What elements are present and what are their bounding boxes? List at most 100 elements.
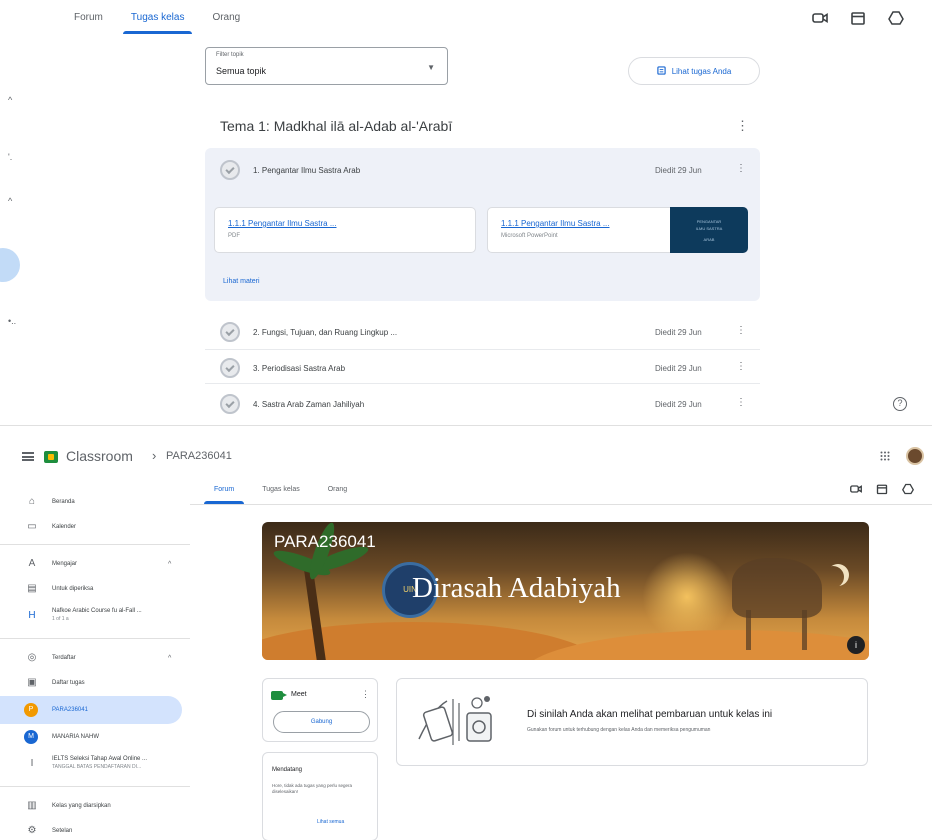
tab-forum[interactable]: Forum (60, 0, 117, 38)
info-icon[interactable]: i (847, 636, 865, 654)
sidebar-item-class[interactable]: H Nafkoe Arabic Course fu al-Fall ... 1 … (0, 600, 182, 632)
upcoming-title: Mendatang (272, 767, 303, 773)
view-all-link[interactable]: Lihat semua (317, 819, 344, 825)
chevron-up-icon[interactable]: ^ (168, 561, 171, 568)
tab-class-tasks[interactable]: Tugas kelas (248, 478, 313, 504)
avatar[interactable] (906, 447, 924, 465)
attachment-title[interactable]: 1.1.1 Pengantar Ilmu Sastra ... (228, 219, 337, 228)
view-your-tasks-label: Lihat tugas Anda (671, 66, 732, 76)
meet-icon[interactable] (850, 483, 862, 495)
sidebar-item-label: Kalender (52, 524, 77, 530)
attachment-type: PDF (228, 233, 240, 239)
sidebar-item-manaria-nahw[interactable]: M MANARIA NAHW (0, 723, 182, 751)
class-avatar-icon: I (30, 758, 34, 769)
material-title[interactable]: 1. Pengantar Ilmu Sastra Arab (253, 166, 360, 175)
material-date: Diedit 29 Jun (655, 328, 702, 337)
slide-thumbnail-text: ILMU SASTRA (695, 226, 723, 231)
sidebar-item-settings[interactable]: ⚙ Setelan (0, 817, 182, 840)
topic-title: Tema 1: Madkhal ilā al-Adab al-'Arabī (220, 118, 453, 134)
join-meet-button[interactable]: Gabung (273, 711, 370, 733)
sidebar-item-todo[interactable]: ▣ Daftar tugas (0, 669, 182, 697)
slide-thumbnail: PENGANTAR ILMU SASTRA ARAB (670, 207, 748, 253)
more-icon[interactable]: ⋮ (361, 689, 370, 700)
see-material-link[interactable]: Lihat materi (223, 278, 260, 285)
drive-icon[interactable] (902, 483, 914, 495)
banner-dune (522, 630, 869, 660)
rail-mark: '. (8, 152, 13, 162)
material-icon (220, 160, 240, 180)
sidebar-item-calendar[interactable]: ▭ Kalender (0, 513, 182, 541)
tab-forum[interactable]: Forum (200, 478, 248, 504)
drive-icon[interactable] (888, 10, 904, 26)
banner-camel (732, 558, 822, 618)
sidebar-item-home[interactable]: ⌂ Beranda (0, 488, 182, 516)
rail-chevron-icon[interactable]: ^ (8, 196, 12, 206)
todo-icon: ▣ (27, 677, 37, 688)
sidebar-item-label: Kelas yang diarsipkan (52, 803, 111, 809)
tab-people[interactable]: Orang (198, 0, 254, 38)
banner-camel (802, 610, 807, 650)
sidebar-item-archived[interactable]: ▥ Kelas yang diarsipkan (0, 792, 182, 820)
sidebar-item-label: Daftar tugas (52, 680, 85, 686)
meet-icon[interactable] (812, 10, 828, 26)
stream-empty-subtitle: Gunakan forum untuk terhubung dengan kel… (527, 727, 711, 733)
app-bar: Classroom › PARA236041 (0, 426, 932, 486)
topic-filter-select[interactable]: Filter topik Semua topik ▼ (205, 47, 448, 85)
expanded-material-item[interactable]: 1. Pengantar Ilmu Sastra Arab Diedit 29 … (205, 148, 760, 301)
help-icon[interactable]: ? (893, 397, 907, 411)
breadcrumb-class[interactable]: PARA236041 (166, 450, 232, 462)
classroom-logo-icon[interactable] (44, 451, 58, 463)
calendar-icon[interactable] (850, 10, 866, 26)
banner-sun (642, 552, 732, 642)
sidebar-section-enrolled[interactable]: ◎ Terdaftar ^ (0, 644, 182, 672)
topic-filter-label: Filter topik (216, 52, 244, 58)
class-code: PARA236041 (274, 532, 376, 551)
chevron-up-icon[interactable]: ^ (168, 655, 171, 662)
rail-chevron-icon[interactable]: ^ (8, 95, 12, 105)
class-tabs: Forum Tugas kelas Orang (60, 0, 254, 38)
calendar-icon[interactable] (876, 483, 888, 495)
sidebar-item-ielts[interactable]: I IELTS Seleksi Tahap Awal Online ... TA… (0, 748, 182, 780)
enrolled-icon: ◎ (27, 652, 37, 663)
material-date: Diedit 29 Jun (655, 364, 702, 373)
attachment-pdf[interactable]: 1.1.1 Pengantar Ilmu Sastra ... PDF (214, 207, 476, 253)
material-title[interactable]: 4. Sastra Arab Zaman Jahiliyah (253, 400, 364, 409)
material-more-icon[interactable]: ⋮ (736, 163, 746, 174)
class-avatar-icon: M (24, 730, 38, 744)
stream-illustration-icon (413, 689, 499, 755)
material-more-icon[interactable]: ⋮ (736, 361, 746, 372)
material-title[interactable]: 2. Fungsi, Tujuan, dan Ruang Lingkup ... (253, 328, 397, 337)
assignment-icon (657, 65, 666, 77)
tab-class-tasks[interactable]: Tugas kelas (117, 0, 199, 38)
material-title[interactable]: 3. Periodisasi Sastra Arab (253, 364, 345, 373)
collapsed-sidebar: ^ '. ^ •.. (0, 0, 30, 425)
apps-grid-icon[interactable] (880, 451, 890, 464)
view-your-tasks-button[interactable]: Lihat tugas Anda (628, 57, 760, 85)
app-title[interactable]: Classroom (66, 448, 133, 464)
sidebar-divider (0, 544, 190, 545)
sidebar-item-to-review[interactable]: ▤ Untuk diperiksa (0, 575, 182, 603)
meet-card: Meet ⋮ Gabung (262, 678, 378, 742)
attachment-ppt[interactable]: 1.1.1 Pengantar Ilmu Sastra ... Microsof… (487, 207, 748, 253)
stream-empty-card: Di sinilah Anda akan melihat pembaruan u… (396, 678, 868, 766)
topic-more-icon[interactable]: ⋮ (736, 118, 749, 134)
sidebar-item-label: Mengajar (52, 561, 78, 567)
sidebar-section-teaching[interactable]: A Mengajar ^ (0, 550, 182, 578)
tabs-divider (190, 504, 932, 505)
class-banner: UIN PARA236041 Dirasah Adabiyah i (262, 522, 869, 660)
class-tabs: Forum Tugas kelas Orang (200, 478, 361, 504)
sidebar-item-para236041[interactable]: P PARA236041 (0, 696, 182, 724)
row-divider (205, 349, 760, 350)
meet-icon (271, 691, 287, 700)
teaching-icon: A (28, 558, 36, 569)
banner-camel (746, 610, 751, 650)
menu-icon[interactable] (22, 452, 34, 461)
material-more-icon[interactable]: ⋮ (736, 325, 746, 336)
material-more-icon[interactable]: ⋮ (736, 397, 746, 408)
attachment-title[interactable]: 1.1.1 Pengantar Ilmu Sastra ... (501, 219, 610, 228)
calendar-icon: ▭ (27, 521, 37, 532)
rail-active-item[interactable] (0, 248, 20, 282)
tab-people[interactable]: Orang (314, 478, 361, 504)
moon-icon (822, 566, 844, 588)
material-date: Diedit 29 Jun (655, 400, 702, 409)
